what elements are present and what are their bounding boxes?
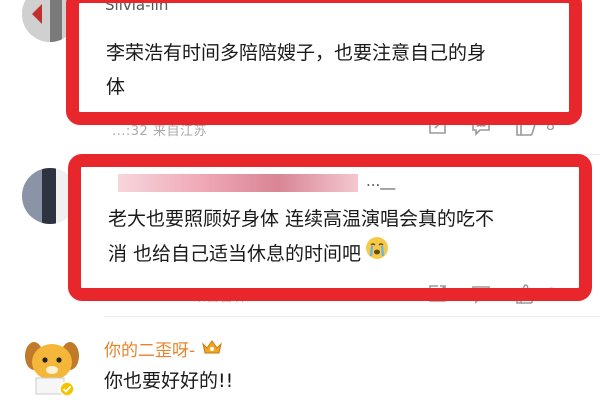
comment-content: 老大也要照顾好身体 连续高温演唱会真的吃不 消 也给自己适当休息的时间吧 — [108, 202, 586, 271]
like-button[interactable]: 6 — [514, 282, 555, 306]
like-button[interactable]: 8 — [514, 114, 555, 138]
reply-button[interactable] — [470, 283, 492, 305]
comment-actions: 8 — [404, 114, 555, 138]
comment-meta: 8-31 11:37 来自吉林 — [112, 290, 247, 305]
comment-content-line: 消 也给自己适当休息的时间吧 — [108, 236, 586, 271]
comment-username[interactable]: Silvia-lin — [105, 0, 168, 14]
comment-content-line: 老大也要照顾好身体 连续高温演唱会真的吃不 — [108, 208, 495, 230]
thumbs-up-icon — [516, 284, 536, 304]
comment-username[interactable]: ...__ — [108, 172, 408, 194]
comment-actions: 6 — [404, 282, 555, 306]
reply-button[interactable] — [470, 115, 492, 137]
avatar[interactable] — [22, 0, 78, 42]
comment-icon — [472, 286, 490, 304]
avatar[interactable] — [22, 168, 78, 224]
comment-username[interactable]: 你的二歪呀- — [104, 336, 223, 361]
comment-icon — [472, 118, 490, 136]
comment-meta: ...:32 来自江苏 — [112, 124, 207, 139]
share-icon — [429, 285, 446, 302]
avatar[interactable] — [20, 334, 84, 398]
crown-badge-icon — [201, 338, 223, 360]
thumbs-up-icon — [516, 116, 536, 136]
share-button[interactable] — [426, 283, 448, 305]
share-button[interactable] — [426, 115, 448, 137]
comment-content-line: 李荣浩有时间多陪陪嫂子，也要注意自己的身 — [106, 42, 487, 64]
crying-emoji-icon — [365, 236, 389, 271]
comment-content: 你也要好好的!! — [104, 370, 234, 392]
comment-content: 李荣浩有时间多陪陪嫂子，也要注意自己的身 体 — [106, 36, 586, 104]
like-count: 6 — [546, 286, 555, 302]
comment-content-line: 体 — [106, 76, 126, 98]
comment-1: Silvia-lin 李荣浩有时间多陪陪嫂子，也要注意自己的身 体 ...:32… — [0, 0, 600, 150]
comment-2: ...__ 老大也要照顾好身体 连续高温演唱会真的吃不 消 也给自己适当休息的时… — [0, 154, 600, 314]
share-icon — [429, 117, 446, 134]
comment-3: 你的二歪呀- 你也要好好的!! — [0, 316, 600, 403]
like-count: 8 — [546, 118, 555, 134]
